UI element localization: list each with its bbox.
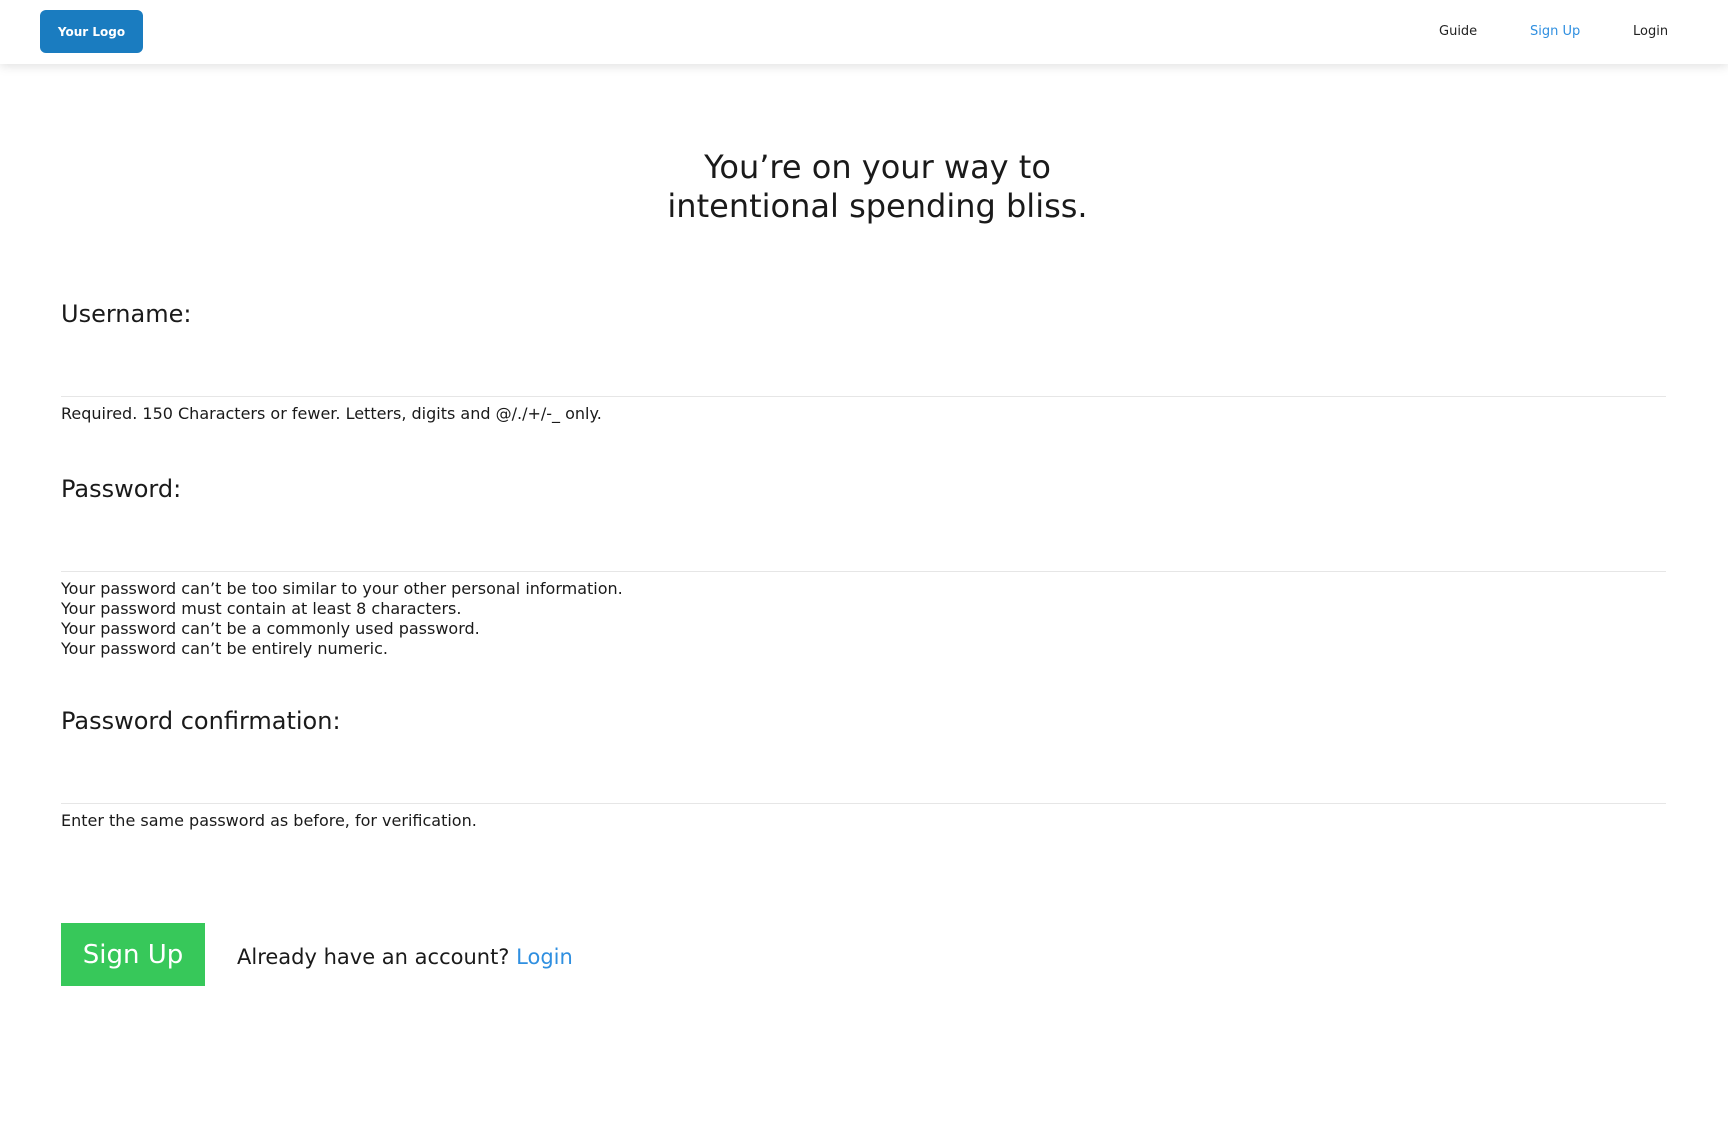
logo-button[interactable]: Your Logo (40, 10, 143, 53)
password-confirmation-label: Password confirmation: (61, 707, 341, 735)
password-help-list: Your password can’t be too similar to yo… (61, 579, 623, 659)
password-confirmation-help-text: Enter the same password as before, for v… (61, 811, 477, 830)
password-confirmation-input[interactable] (61, 767, 1666, 804)
password-label: Password: (61, 475, 182, 503)
password-input[interactable] (61, 535, 1666, 572)
password-help-item: Your password can’t be a commonly used p… (61, 619, 480, 638)
already-have-account: Already have an account? Login (237, 944, 573, 970)
username-input[interactable] (61, 360, 1666, 397)
password-help-item: Your password can’t be too similar to yo… (61, 579, 623, 598)
sign-up-button[interactable]: Sign Up (61, 923, 205, 986)
username-label: Username: (61, 300, 192, 328)
username-help-text: Required. 150 Characters or fewer. Lette… (61, 404, 602, 423)
top-navbar: Your Logo Guide Sign Up Login (0, 0, 1728, 64)
nav-link-guide[interactable]: Guide (1439, 24, 1477, 40)
login-link[interactable]: Login (516, 945, 573, 969)
headline-line-1: You’re on your way to (704, 148, 1051, 186)
page-headline: You’re on your way to intentional spendi… (0, 148, 1728, 226)
password-help-item: Your password must contain at least 8 ch… (61, 599, 462, 618)
already-have-account-text: Already have an account? (237, 945, 510, 969)
password-help-item: Your password can’t be entirely numeric. (61, 639, 388, 658)
nav-link-login[interactable]: Login (1633, 24, 1668, 40)
nav-link-sign-up[interactable]: Sign Up (1530, 24, 1580, 40)
headline-line-2: intentional spending bliss. (667, 187, 1088, 225)
